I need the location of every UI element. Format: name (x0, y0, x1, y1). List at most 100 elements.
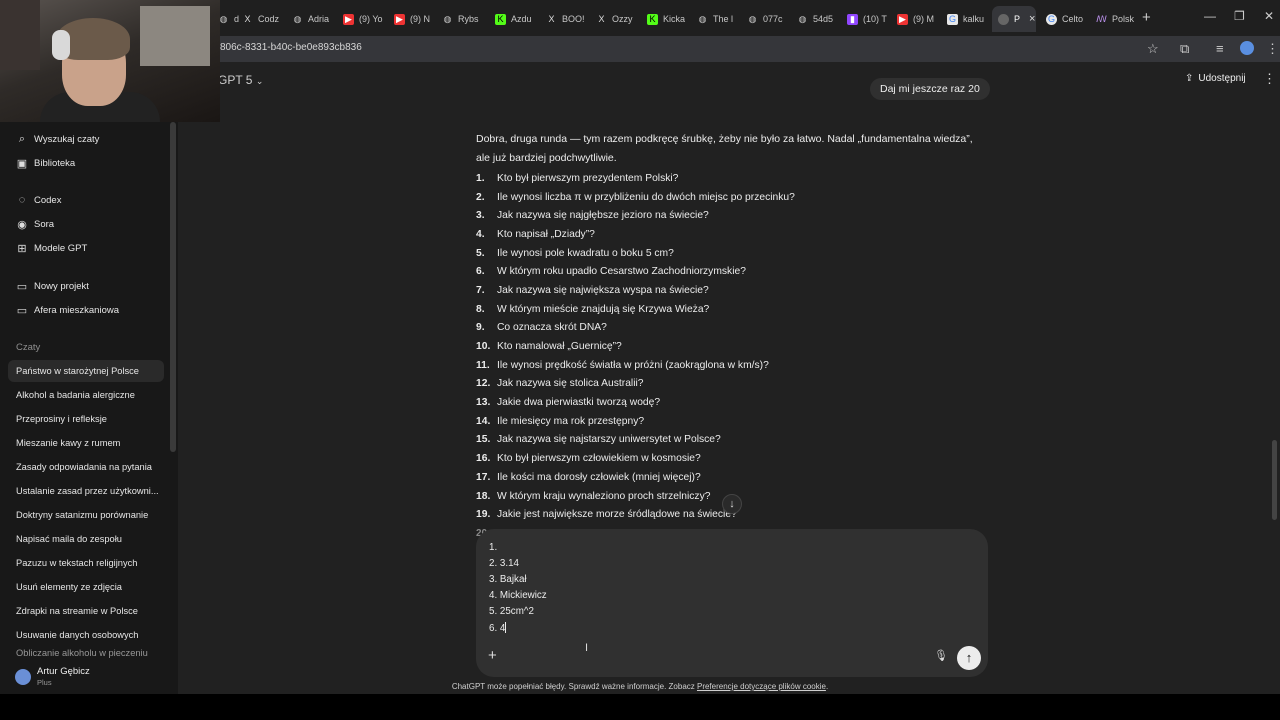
composer-line-text: 4. Mickiewicz (489, 590, 547, 601)
library-icon: ▣ (16, 158, 28, 170)
codex-icon: ◌ (18, 194, 26, 206)
tab-label: (10) T (863, 14, 887, 24)
sidebar-chat-item[interactable]: Alkohol a badania alergiczne (8, 384, 164, 406)
scroll-down-button[interactable]: ↓ (722, 494, 742, 514)
composer-line[interactable]: 3. Bajkał (489, 574, 527, 585)
tab-active[interactable]: P × (992, 6, 1036, 32)
composer-line[interactable]: 4. Mickiewicz (489, 590, 547, 601)
sidebar-chat-item[interactable]: Zdrapki na streamie w Polsce (8, 600, 164, 622)
sidebar-chat-item[interactable]: Usuń elementy ze zdjęcia (8, 576, 164, 598)
sidebar-chat-item[interactable]: Usuwanie danych osobowych (8, 624, 164, 646)
tab-item[interactable]: X Codz (236, 6, 282, 32)
add-attachment-button[interactable]: + (488, 647, 497, 664)
more-options-icon[interactable]: ⋮ (1263, 71, 1276, 87)
question-text: Jakie dwa pierwiastki tworzą wodę? (497, 397, 661, 409)
tab-label: Adria (308, 14, 330, 24)
share-icon: ⇪ (1185, 73, 1194, 84)
question-text: Ile wynosi pole kwadratu o boku 5 cm? (497, 247, 674, 259)
webcam-overlay (0, 0, 220, 122)
sidebar-chat-item[interactable]: Obliczanie alkoholu w pieczeniu (8, 648, 164, 658)
question-number: 17. (476, 471, 491, 483)
question-item: 10. Kto namalował „Guernicę”? (476, 337, 976, 356)
sidebar-item-search[interactable]: ⌕ Wyszukaj czaty (16, 133, 99, 146)
tab-item[interactable]: ▶ (9) M (891, 6, 937, 32)
sidebar-item-codex[interactable]: ◌ Codex (16, 194, 62, 206)
page-icon: ꟿ (1096, 13, 1107, 24)
sidebar-item-label: Afera mieszkaniowa (34, 305, 120, 316)
restore-button[interactable]: ❐ (1234, 9, 1245, 23)
composer-line[interactable]: 2. 3.14 (489, 558, 519, 569)
tab-item[interactable]: ◍ 077c (741, 6, 787, 32)
share-label: Udostępnij (1198, 73, 1246, 84)
tab-item[interactable]: K Kicka (641, 6, 687, 32)
kick-icon: K (647, 13, 658, 25)
composer[interactable]: 1. 2. 3.14 3. Bajkał 4. Mickiewicz 5. 25cm^2… (476, 529, 988, 677)
sidebar-item-label: Wyszukaj czaty (34, 134, 100, 145)
tab-item[interactable]: K Azdu (489, 6, 535, 32)
tab-label: kalku (963, 14, 985, 24)
share-button[interactable]: ⇪ Udostępnij (1185, 73, 1246, 84)
tab-item[interactable]: ◍ The l (691, 6, 737, 32)
sidebar-item-project[interactable]: ▭ Afera mieszkaniowa (16, 304, 119, 317)
sidebar-item-gpt-models[interactable]: ⊞ Modele GPT (16, 242, 87, 255)
sidebar-item-sora[interactable]: ◉ Sora (16, 218, 54, 231)
composer-line[interactable]: 5. 25cm^2 (489, 606, 534, 617)
question-item: 17. Ile kości ma dorosły człowiek (mniej … (476, 468, 976, 487)
model-selector[interactable]: GPT 5 ⌄ (218, 73, 263, 87)
tab-label: Rybs (458, 14, 479, 24)
headphones-icon (52, 30, 70, 60)
tab-item[interactable]: Gkalku (941, 6, 987, 32)
sidebar-chat-item[interactable]: Zasady odpowiadania na pytania (8, 456, 164, 478)
x-logo-icon: X (244, 13, 251, 24)
url-field[interactable]: 806c-8331-b40c-be0e893cb836 (220, 42, 362, 53)
tab-item[interactable]: ▶ (9) N (388, 6, 434, 32)
google-icon: G (1046, 13, 1057, 25)
tab-item[interactable]: ◍ 54d5 (791, 6, 837, 32)
tab-item[interactable]: G Celto (1040, 6, 1088, 32)
sidebar-chat-item[interactable]: Przeprosiny i refleksje (8, 408, 164, 430)
tab-item[interactable]: X BOO! (540, 6, 586, 32)
profile-avatar[interactable] (1240, 41, 1254, 55)
sidebar-chat-item[interactable]: Doktryny satanizmu porównanie (8, 504, 164, 526)
user-message: Daj mi jeszcze raz 20 (870, 78, 990, 100)
tab-item[interactable]: X Ozzy (590, 6, 636, 32)
tab-item[interactable]: ◍ Adria (286, 6, 332, 32)
bookmark-star-icon[interactable]: ☆ (1147, 41, 1159, 57)
main-scrollbar[interactable] (1272, 440, 1277, 520)
composer-line[interactable]: 6. 4 (489, 622, 507, 634)
sidebar-item-label: Nowy projekt (34, 281, 89, 292)
cookie-preferences-link[interactable]: Preferencje dotyczące plików cookie (697, 682, 826, 691)
sidebar-item-library[interactable]: ▣ Biblioteka (16, 157, 75, 170)
minimize-button[interactable]: — (1204, 9, 1216, 23)
sidebar-chat-item[interactable]: Napisać maila do zespołu (8, 528, 164, 550)
close-window-button[interactable]: ✕ (1264, 9, 1274, 23)
question-text: W którym mieście znajdują się Krzywa Wie… (497, 303, 710, 315)
composer-line[interactable]: 1. (489, 542, 497, 553)
sidebar-chat-item[interactable]: Mieszanie kawy z rumem (8, 432, 164, 454)
sidebar-chat-item[interactable]: Państwo w starożytnej Polsce (8, 360, 164, 382)
folder-plus-icon: ▭ (16, 281, 28, 293)
extensions-icon[interactable]: ⧉ (1180, 41, 1189, 57)
microphone-icon[interactable]: 🎙 (934, 649, 948, 662)
tab-item[interactable]: ꟿ Polsk (1090, 6, 1138, 32)
sidebar-scrollbar[interactable] (170, 122, 176, 452)
tab-item[interactable]: ◍ Rybs (436, 6, 482, 32)
sidebar-chat-item[interactable]: Pazuzu w tekstach religijnych (8, 552, 164, 574)
close-icon[interactable]: × (1029, 13, 1035, 25)
tab-label: (9) Yo (359, 14, 383, 24)
question-item: 5. Ile wynosi pole kwadratu o boku 5 cm? (476, 244, 976, 263)
media-icon[interactable]: ≡ (1216, 41, 1224, 56)
footer-disclaimer: ChatGPT może popełniać błędy. Sprawdź wa… (0, 682, 1280, 691)
question-list: 1. Kto był pierwszym prezydentem Polski? 2… (476, 169, 976, 524)
tab-label: Azdu (511, 14, 532, 24)
send-button[interactable]: ↑ (957, 646, 981, 670)
question-number: 14. (476, 415, 491, 427)
menu-icon[interactable]: ⋮ (1266, 41, 1279, 57)
sidebar-chat-item[interactable]: Ustalanie zasad przez użytkowni... (8, 480, 164, 502)
sidebar-item-new-project[interactable]: ▭ Nowy projekt (16, 280, 89, 293)
question-item: 14. Ile miesięcy ma rok przestępny? (476, 412, 976, 431)
tab-item[interactable]: ▶ (9) Yo (337, 6, 383, 32)
new-tab-button[interactable]: + (1142, 9, 1151, 26)
tab-label: Celto (1062, 14, 1084, 24)
tab-item[interactable]: ▮ (10) T (841, 6, 887, 32)
